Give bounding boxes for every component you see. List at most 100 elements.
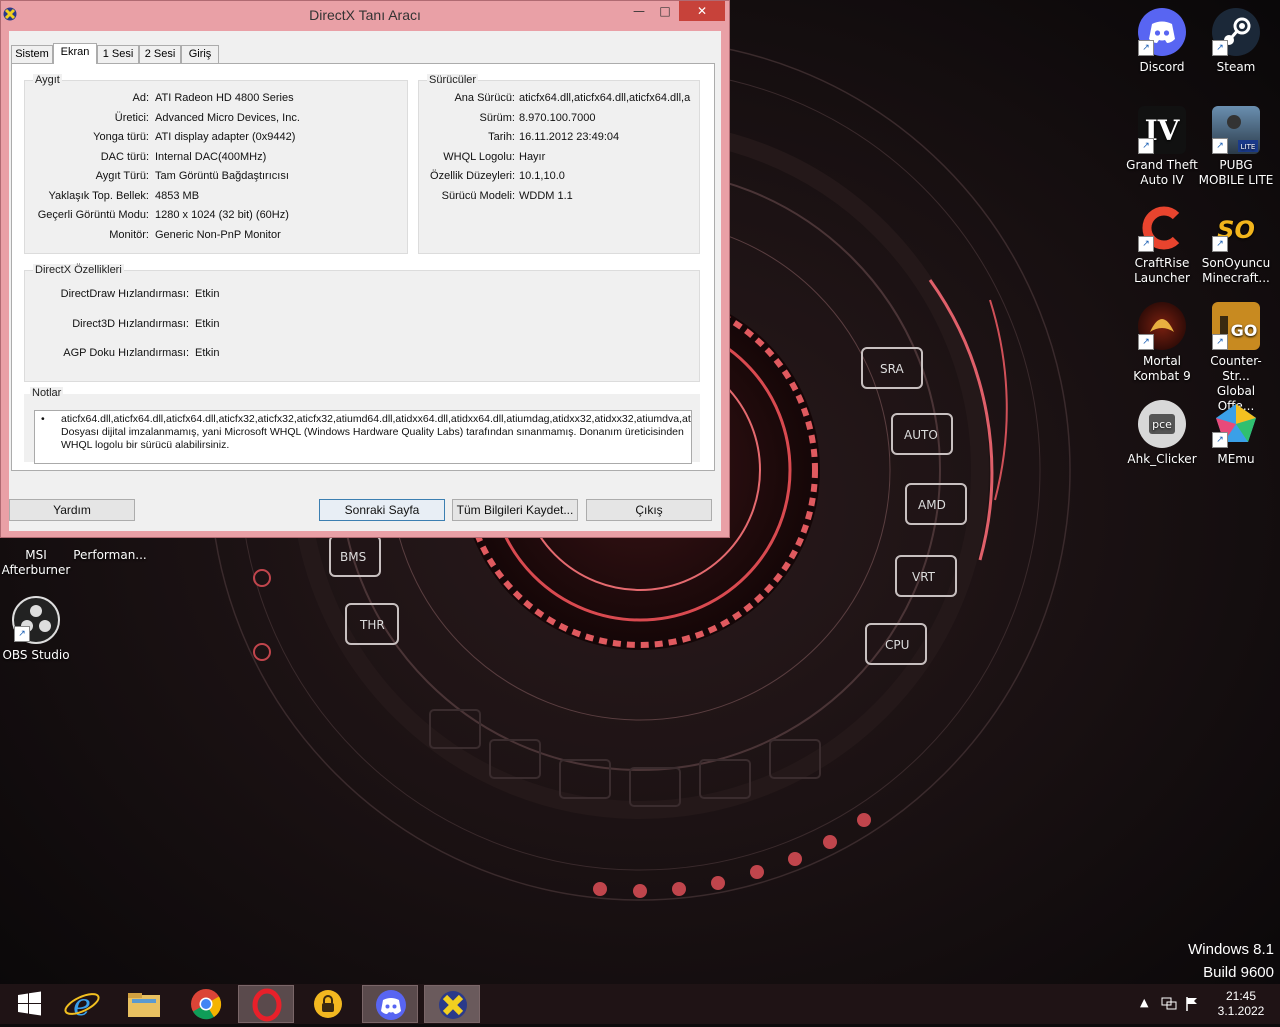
desktop-icon-label: Grand Theft: [1126, 158, 1198, 172]
field-value: 1280 x 1024 (32 bit) (60Hz): [155, 209, 289, 221]
desktop-icon-label: MEmu: [1217, 452, 1255, 466]
desktop-icon-mortal-kombat[interactable]: ↗ Mortal Kombat 9: [1124, 302, 1200, 384]
network-icon[interactable]: [1160, 996, 1178, 1012]
desktop-icon-craftrise[interactable]: ↗ CraftRise Launcher: [1124, 204, 1200, 286]
desktop-icon-discord[interactable]: ↗ Discord: [1124, 8, 1200, 75]
start-button[interactable]: [2, 985, 58, 1023]
desktop-icon-msi-afterburner[interactable]: MSI Afterburner: [0, 548, 74, 578]
shortcut-arrow-icon: ↗: [1212, 40, 1228, 56]
show-hidden-icons-chevron[interactable]: ▲: [1140, 996, 1148, 1009]
field-value: aticfx64.dll,aticfx64.dll,aticfx64.dll,a: [519, 92, 691, 104]
field-label: DAC türü:: [100, 150, 149, 163]
system-clock[interactable]: 21:45 3.1.2022: [1206, 989, 1276, 1019]
tab-giris[interactable]: Giriş: [181, 45, 219, 63]
opera-icon: [252, 988, 282, 1022]
title-bar[interactable]: DirectX Tanı Aracı — □ ✕: [1, 1, 729, 31]
save-all-info-button[interactable]: Tüm Bilgileri Kaydet...: [452, 499, 578, 521]
clock-time: 21:45: [1225, 989, 1257, 1003]
taskbar-vpn-app[interactable]: [300, 985, 356, 1023]
desktop-icon-sonoyuncu[interactable]: SO ↗ SonOyuncu Minecraft...: [1198, 204, 1274, 286]
clock-date: 3.1.2022: [1217, 1004, 1265, 1018]
shield-lock-icon: [314, 990, 342, 1018]
close-button[interactable]: ✕: [679, 1, 725, 21]
field-value: Advanced Micro Devices, Inc.: [155, 111, 300, 124]
tab-sistem[interactable]: Sistem: [11, 45, 53, 63]
field-label: Tarih:: [488, 131, 515, 143]
shortcut-arrow-icon: ↗: [1138, 236, 1154, 252]
mortal-kombat-icon: ↗: [1138, 302, 1186, 350]
field-value: ATI display adapter (0x9442): [155, 131, 296, 143]
desktop-icon-memu[interactable]: ↗ MEmu: [1198, 400, 1274, 467]
svg-text:e: e: [73, 988, 91, 1023]
desktop-icon-ahk-clicker[interactable]: pce Ahk_Clicker: [1124, 400, 1200, 467]
shortcut-arrow-icon: ↗: [1212, 432, 1228, 448]
desktop-icon-gta4[interactable]: IV ↗ Grand Theft Auto IV: [1124, 106, 1200, 188]
directx-features-group: DirectX Özellikleri DirectDraw Hızlandır…: [24, 264, 700, 382]
desktop-icon-steam[interactable]: ↗ Steam: [1198, 8, 1274, 75]
exit-button[interactable]: Çıkış: [586, 499, 712, 521]
windows-build-watermark: Windows 8.1 Build 9600: [1188, 938, 1274, 984]
wallpaper-label: THR: [359, 618, 385, 632]
desktop-icon-label: CraftRise: [1134, 256, 1190, 270]
chrome-icon: [191, 989, 222, 1020]
pubg-icon: LITE ↗: [1212, 106, 1260, 154]
shortcut-arrow-icon: ↗: [1212, 138, 1228, 154]
notes-textbox[interactable]: • aticfx64.dll,aticfx64.dll,aticfx64.dll…: [34, 410, 692, 464]
field-label: WHQL Logolu:: [443, 150, 515, 163]
directx-app-icon: [439, 991, 467, 1019]
desktop-icon-label: SonOyuncu: [1201, 256, 1271, 270]
dxdiag-window[interactable]: DirectX Tanı Aracı — □ ✕ Sistem Ekran 1 …: [0, 0, 730, 538]
tab-2-sesi[interactable]: 2 Sesi: [139, 45, 181, 63]
desktop-icon-obs-studio[interactable]: ↗ OBS Studio: [0, 596, 74, 663]
help-button[interactable]: Yardım: [9, 499, 135, 521]
field-value: 8.970.100.7000: [519, 111, 596, 124]
field-label: Geçerli Görüntü Modu:: [37, 209, 149, 221]
desktop-icon-label: OBS Studio: [2, 648, 70, 662]
action-center-flag-icon[interactable]: [1185, 996, 1199, 1012]
device-group-title: Aygıt: [33, 74, 62, 86]
wallpaper-label: SRA: [880, 362, 904, 376]
folder-icon: [128, 993, 160, 1017]
desktop-icon-csgo[interactable]: GO ↗ Counter-Str... Global Offe...: [1198, 302, 1274, 414]
field-value: Generic Non-PnP Monitor: [155, 228, 281, 241]
field-label: Üretici:: [114, 111, 149, 124]
field-value: Hayır: [519, 150, 546, 163]
taskbar-internet-explorer[interactable]: e: [54, 985, 110, 1023]
field-value: 10.1,10.0: [519, 170, 565, 182]
device-group: Aygıt Ad: ATI Radeon HD 4800 Series Üretic…: [24, 74, 408, 254]
desktop-icon-pubg[interactable]: LITE ↗ PUBG MOBILE LITE: [1198, 106, 1274, 188]
discord-icon: [376, 990, 406, 1020]
drivers-group: Sürücüler Ana Sürücü: aticfx64.dll,aticfx…: [418, 74, 700, 254]
next-page-button[interactable]: Sonraki Sayfa: [319, 499, 445, 521]
obs-studio-icon: ↗: [12, 596, 60, 644]
ahk-clicker-icon: pce: [1138, 400, 1186, 448]
taskbar: e ▲ 21:45 3.1.2022: [0, 984, 1280, 1024]
taskbar-chrome[interactable]: [178, 985, 234, 1023]
desktop-icon-label: Counter-Str...: [1210, 354, 1262, 383]
shortcut-arrow-icon: ↗: [1138, 138, 1154, 154]
tab-ekran[interactable]: Ekran: [53, 43, 97, 64]
desktop-icon-label: Discord: [1139, 60, 1185, 74]
taskbar-file-explorer[interactable]: [116, 985, 172, 1023]
watermark-line: Windows 8.1: [1188, 941, 1274, 958]
minimize-button[interactable]: —: [625, 1, 653, 21]
wallpaper-label: AMD: [918, 498, 946, 512]
shortcut-arrow-icon: ↗: [1212, 334, 1228, 350]
shortcut-arrow-icon: ↗: [1138, 334, 1154, 350]
drivers-group-title: Sürücüler: [427, 74, 479, 86]
window-client-area: Sistem Ekran 1 Sesi 2 Sesi Giriş Aygıt A…: [9, 31, 721, 531]
field-label: Ad:: [132, 92, 149, 104]
desktop-icon-performance[interactable]: Performan...: [72, 548, 148, 563]
features-group-title: DirectX Özellikleri: [33, 264, 124, 276]
tab-1-sesi[interactable]: 1 Sesi: [97, 45, 139, 63]
taskbar-discord[interactable]: [362, 985, 418, 1023]
wallpaper-label: BMS: [340, 550, 366, 564]
field-value: 16.11.2012 23:49:04: [519, 131, 620, 143]
field-label: Aygıt Türü:: [95, 170, 149, 182]
maximize-button[interactable]: □: [651, 1, 679, 21]
taskbar-directx-diag[interactable]: [424, 985, 480, 1023]
wallpaper-label: VRT: [912, 570, 936, 584]
ahk-glyph: pce: [1152, 418, 1172, 431]
taskbar-opera[interactable]: [238, 985, 294, 1023]
desktop-icon-label: Launcher: [1134, 271, 1190, 285]
